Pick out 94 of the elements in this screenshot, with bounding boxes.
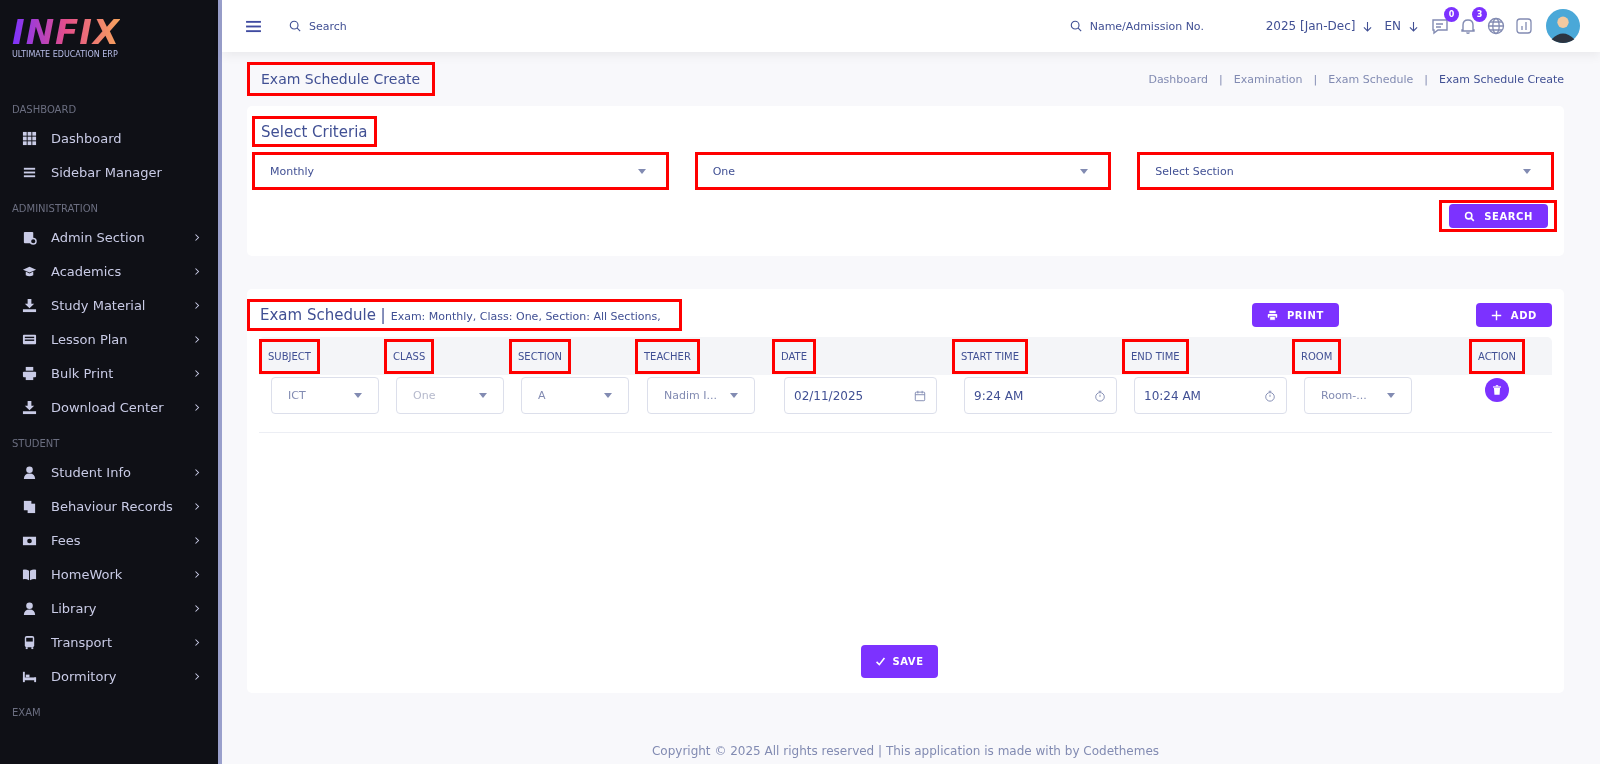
dropdown-select[interactable]: ICT [271,377,379,414]
section-heading: DASHBOARD [11,103,78,117]
printer-icon [1266,309,1278,321]
sidebar-item[interactable]: Transport [0,625,218,659]
plus-icon [1490,309,1502,321]
section-heading: EXAM [11,706,42,720]
sidebar-item[interactable]: Admin Section [0,220,218,254]
column-header: SUBJECT [259,338,320,374]
logo-tagline: ULTIMATE EDUCATION ERP [12,50,119,59]
checkmark-icon [875,656,887,667]
search-button[interactable]: SEARCH [1449,204,1548,228]
trash-icon [1493,385,1501,395]
sidebar-item[interactable]: Academics [0,254,218,288]
column-header: END TIME [1122,338,1189,374]
bell-icon[interactable] [1458,16,1478,36]
sidebar-item[interactable]: Behaviour Records [0,489,218,523]
person-icon [22,464,37,480]
column-header: SECTION [509,338,572,374]
caret-icon [637,168,646,174]
search-field[interactable]: Search [307,18,401,34]
caret-icon [479,393,487,398]
stopwatch-icon [1264,389,1276,402]
card-title: Exam Schedule | [260,306,386,324]
dropdown-select[interactable]: A [521,377,629,414]
caret-icon [1080,168,1089,174]
column-header: TEACHER [635,338,700,374]
download-icon [22,297,37,313]
person-icon [22,600,37,616]
sidebar-item[interactable]: Library [0,591,218,625]
language-selector[interactable]: EN [1384,19,1401,33]
breadcrumb-link[interactable]: Exam Schedule Create [1439,72,1564,86]
sidebar-item[interactable]: Bulk Print [0,356,218,390]
chat-icon[interactable] [1430,16,1450,36]
column-header: CLASS [384,338,435,374]
caret-icon [1523,168,1531,174]
date-field[interactable]: 02/11/2025 [784,377,937,414]
card-title: Select Criteria [252,116,377,147]
sidebar-item[interactable]: Lesson Plan [0,322,218,356]
caret-icon [730,393,738,398]
globe-icon[interactable] [1486,16,1506,36]
save-button[interactable]: SAVE [861,645,938,678]
avatar-silhouette[interactable] [1546,9,1580,43]
arrow-down-icon [1363,20,1373,32]
column-header: DATE [772,338,816,374]
search-icon [1069,20,1082,32]
section-heading: ADMINISTRATION [11,202,100,216]
sidebar-item[interactable]: Dashboard [0,121,218,155]
sidebar-item[interactable]: Download Center [0,390,218,424]
files-icon [22,498,37,514]
dropdown-select[interactable]: Monthly [255,155,666,187]
calendar-icon [914,389,926,402]
page-title: Exam Schedule Create [247,62,436,96]
arrow-down-icon [1409,20,1418,32]
schedule-details: Exam: Monthly, Class: One, Section: All Sections, [390,310,661,323]
sidebar-item[interactable]: Sidebar Manager [0,155,218,189]
search-icon [1464,210,1476,222]
sidebar-item[interactable]: Fees [0,523,218,557]
printer-icon [22,365,37,381]
sidebar-item[interactable]: Study Material [0,288,218,322]
caret-icon [354,393,362,398]
dropdown-select[interactable]: Room-... [1304,377,1412,414]
caret-icon [1387,393,1395,398]
column-header: ACTION [1468,338,1526,374]
breadcrumb-separator: | [1313,72,1318,86]
section-heading: STUDENT [11,437,61,451]
copyright-text: Copyright © 2025 All rights reserved | This application is made with by Codethemes [650,744,1161,760]
print-button[interactable]: PRINT [1251,303,1339,327]
caret-icon [604,393,612,398]
student-search-field[interactable]: Name/Admission No. [1087,18,1242,34]
search-icon [289,20,301,32]
dropdown-select[interactable]: Select Section [1140,155,1551,187]
column-header: ROOM [1292,338,1342,374]
grid-icon [22,130,37,146]
session-selector[interactable]: 2025 [Jan-Dec] [1265,19,1356,33]
message-count-badge: 0 [1444,7,1459,22]
bus-icon [22,634,37,650]
time-field[interactable]: 10:24 AM [1134,377,1287,414]
dropdown-select[interactable]: One [697,155,1109,187]
menu-icon[interactable] [246,19,261,33]
bar-chart-icon[interactable] [1514,16,1534,36]
breadcrumb-separator: | [1219,72,1223,86]
delete-button[interactable] [1485,378,1509,402]
download-icon [22,399,37,415]
time-field[interactable]: 9:24 AM [964,377,1117,414]
add-button[interactable]: ADD [1475,303,1552,327]
sidebar-item[interactable]: Dormitory [0,659,218,693]
breadcrumb-separator: | [1424,72,1428,86]
sidebar-item[interactable]: Student Info [0,455,218,489]
notification-count-badge: 3 [1472,7,1487,22]
form-icon [22,229,37,245]
stopwatch-icon [1094,389,1106,402]
column-header: START TIME [952,338,1029,374]
sidebar-item[interactable]: HomeWork [0,557,218,591]
dropdown-select[interactable]: Nadim I... [647,377,755,414]
